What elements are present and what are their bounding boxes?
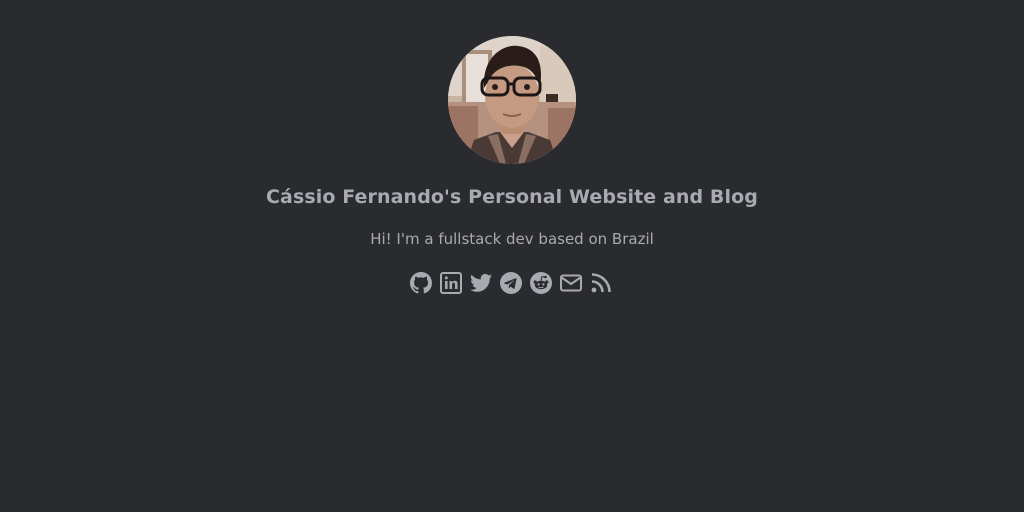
page: Cássio Fernando's Personal Website and B… — [0, 0, 1024, 512]
rss-link[interactable] — [589, 271, 613, 295]
github-link[interactable] — [409, 271, 433, 295]
page-title: Cássio Fernando's Personal Website and B… — [265, 186, 758, 208]
twitter-icon — [470, 273, 492, 292]
email-icon — [560, 274, 582, 292]
rss-icon — [591, 273, 611, 293]
reddit-icon — [530, 272, 552, 294]
twitter-link[interactable] — [469, 271, 493, 295]
reddit-link[interactable] — [529, 271, 553, 295]
github-icon — [410, 272, 432, 294]
avatar — [448, 36, 576, 164]
linkedin-link[interactable] — [439, 271, 463, 295]
linkedin-icon — [440, 272, 462, 294]
bio-text: Hi! I'm a fullstack dev based on Brazil — [370, 230, 654, 248]
email-link[interactable] — [559, 271, 583, 295]
telegram-icon — [500, 272, 522, 294]
social-links — [409, 271, 613, 295]
telegram-link[interactable] — [499, 271, 523, 295]
profile-photo — [448, 36, 576, 164]
